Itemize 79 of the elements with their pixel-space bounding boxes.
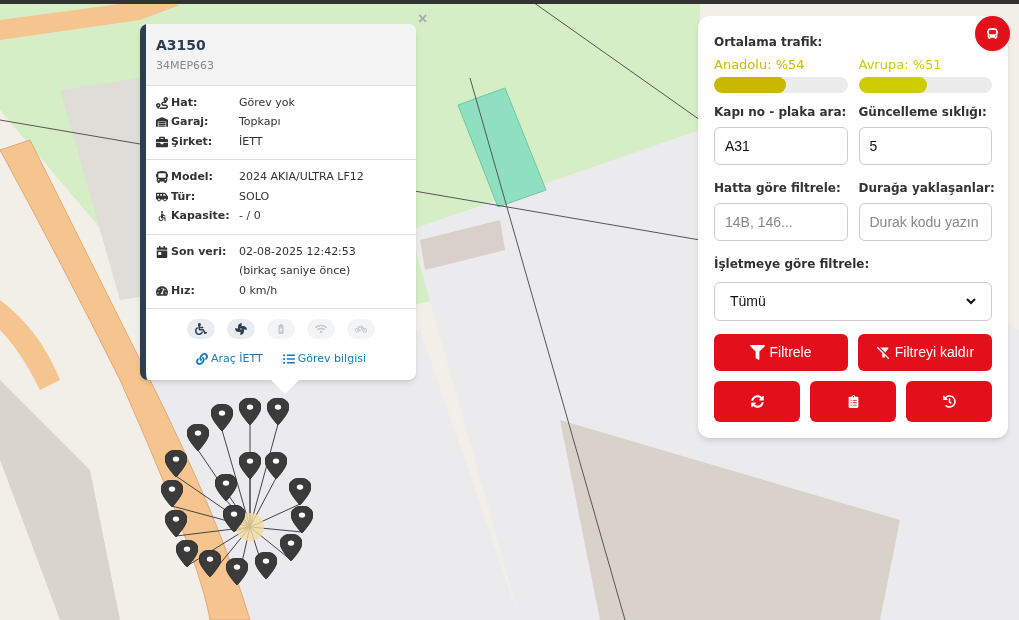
- vehicle-number: A3150: [156, 36, 206, 54]
- field-label: Hız:: [171, 282, 195, 299]
- map-pin-icon[interactable]: [165, 450, 187, 477]
- map-pin-icon[interactable]: [265, 452, 287, 479]
- refresh-icon: [750, 394, 764, 408]
- field-value: SOLO: [239, 188, 270, 205]
- popup-link[interactable]: Görev bilgisi: [282, 351, 366, 368]
- speedometer-icon: [156, 284, 168, 297]
- bicycle-icon: [355, 323, 367, 335]
- traffic-label: Anadolu: %54: [714, 56, 805, 74]
- wheelchair-icon: [195, 323, 207, 335]
- map-pin-icon[interactable]: [239, 398, 261, 425]
- map-pin-icon[interactable]: [226, 558, 248, 585]
- field-value: 0 km/h: [239, 282, 278, 299]
- filter-off-icon: [875, 344, 891, 360]
- list-icon: [282, 353, 295, 366]
- field-label: Şirket:: [171, 133, 213, 150]
- field-value: 02-08-2025 12:42:53: [239, 243, 356, 260]
- refresh-button[interactable]: [714, 380, 800, 422]
- route-icon: [156, 96, 168, 109]
- map-pin-icon[interactable]: [291, 506, 313, 533]
- chevron-down-icon: [966, 297, 976, 305]
- bus-icon: [987, 28, 998, 39]
- fan-icon: [235, 323, 247, 335]
- plate-number: 34MEP663: [156, 58, 215, 74]
- filter-icon: [750, 344, 766, 360]
- briefcase-icon: [156, 135, 168, 148]
- company-select[interactable]: Tümü: [714, 281, 992, 321]
- input-field[interactable]: 5: [858, 126, 992, 165]
- input-field[interactable]: 14B, 146...: [714, 202, 848, 241]
- traffic-title: Ortalama trafik:: [714, 34, 823, 51]
- input-field[interactable]: Durak kodu yazın: [858, 202, 992, 241]
- map-pin-icon[interactable]: [161, 480, 183, 507]
- field-value: 2024 AKIA/ULTRA LF12: [239, 169, 364, 185]
- field-label: Durağa yaklaşanlar:: [858, 179, 995, 197]
- history-button[interactable]: [906, 380, 992, 422]
- field-label: Tür:: [171, 188, 196, 205]
- field-note: (birkaç saniye önce): [239, 263, 352, 279]
- input-field[interactable]: A31: [714, 126, 848, 165]
- field-label: Garaj:: [171, 114, 209, 130]
- map-pin-icon[interactable]: [199, 550, 221, 577]
- field-label: Hatta göre filtrele:: [714, 179, 841, 197]
- map-pin-icon[interactable]: [211, 404, 233, 431]
- field-label: Model:: [171, 169, 213, 185]
- traffic-label: Avrupa: %51: [858, 56, 942, 74]
- field-value: Topkapı: [239, 114, 281, 130]
- map-pin-icon[interactable]: [187, 424, 209, 451]
- filter-button[interactable]: Filtreyi kaldır: [858, 333, 992, 371]
- map-pin-icon[interactable]: [280, 534, 302, 561]
- wifi-icon: [315, 323, 327, 335]
- map-pin-icon[interactable]: [267, 398, 289, 425]
- filter-button[interactable]: Filtrele: [714, 333, 848, 371]
- field-label: Kapı no - plaka ara:: [714, 103, 847, 121]
- map-pin-icon[interactable]: [239, 452, 261, 479]
- field-label: Hat:: [171, 94, 198, 111]
- map-pin-icon[interactable]: [165, 510, 187, 537]
- field-value: Görev yok: [239, 94, 295, 111]
- field-label: Güncelleme sıklığı:: [858, 103, 987, 121]
- map-pin-icon[interactable]: [255, 552, 277, 579]
- field-label: İşletmeye göre filtrele:: [714, 255, 870, 273]
- bus-icon: [156, 171, 168, 184]
- van-icon: [156, 190, 168, 203]
- map-pin-icon[interactable]: [215, 474, 237, 501]
- calendar-icon: [156, 245, 168, 258]
- bus-button[interactable]: [975, 16, 1010, 51]
- link-icon: [196, 353, 208, 366]
- field-value: İETT: [239, 133, 263, 150]
- field-value: - / 0: [239, 208, 261, 224]
- report-button[interactable]: [810, 380, 896, 422]
- accessible-icon: [156, 210, 168, 223]
- field-label: Son veri:: [171, 243, 227, 260]
- clipboard-icon: [846, 394, 860, 408]
- map-pin-icon[interactable]: [289, 478, 311, 505]
- garage-icon: [156, 116, 168, 129]
- map-pin-icon[interactable]: [223, 505, 245, 532]
- history-icon: [942, 394, 956, 408]
- field-label: Kapasite:: [171, 208, 230, 224]
- map-pin-icon[interactable]: [176, 540, 198, 567]
- popup-link[interactable]: Araç İETT: [196, 351, 263, 368]
